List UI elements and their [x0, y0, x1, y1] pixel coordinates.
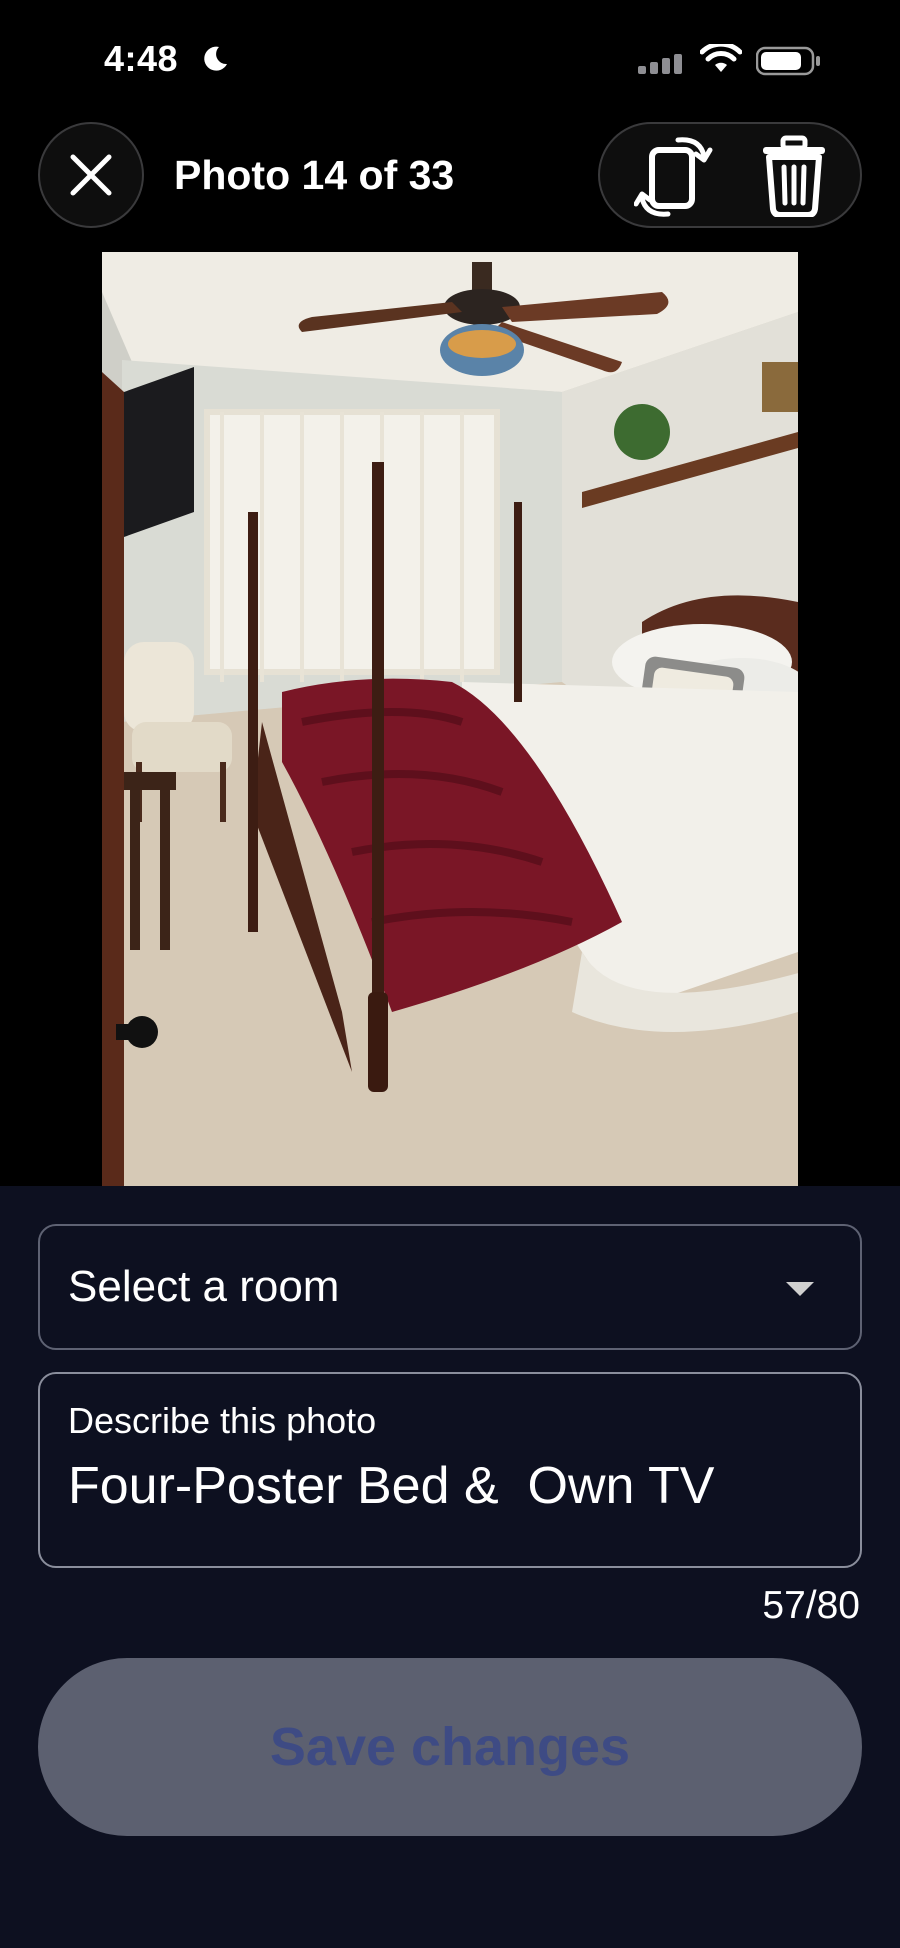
status-bar: 4:48: [0, 0, 900, 110]
trash-icon: [763, 135, 825, 217]
close-icon: [70, 154, 112, 196]
status-time: 4:48: [104, 38, 179, 79]
chevron-down-icon: [786, 1282, 814, 1296]
bedroom-photo[interactable]: [102, 252, 798, 1186]
close-button[interactable]: [38, 122, 144, 228]
description-label: Describe this photo: [68, 1400, 377, 1441]
battery-icon: [756, 46, 820, 76]
wifi-icon: [700, 44, 742, 72]
bedroom-photo-image: [102, 252, 798, 1186]
character-counter: 57/80: [762, 1584, 860, 1627]
delete-button[interactable]: [734, 124, 854, 228]
rotate-button[interactable]: [614, 124, 734, 228]
description-field[interactable]: Describe this photo Four-Poster Bed & Ow…: [38, 1372, 862, 1568]
description-input[interactable]: Four-Poster Bed & Own TV: [68, 1456, 832, 1516]
cellular-signal-icon: [638, 54, 682, 74]
room-select[interactable]: Select a room: [38, 1224, 862, 1350]
page-title: Photo 14 of 33: [174, 152, 455, 198]
save-button-label: Save changes: [269, 1717, 631, 1777]
edit-panel: Select a room Describe this photo Four-P…: [0, 1186, 900, 1948]
moon-icon: [204, 46, 227, 71]
photo-actions: [598, 122, 862, 228]
rotate-icon: [634, 137, 713, 217]
room-select-value: Select a room: [68, 1262, 340, 1311]
save-button[interactable]: Save changes: [38, 1658, 862, 1836]
